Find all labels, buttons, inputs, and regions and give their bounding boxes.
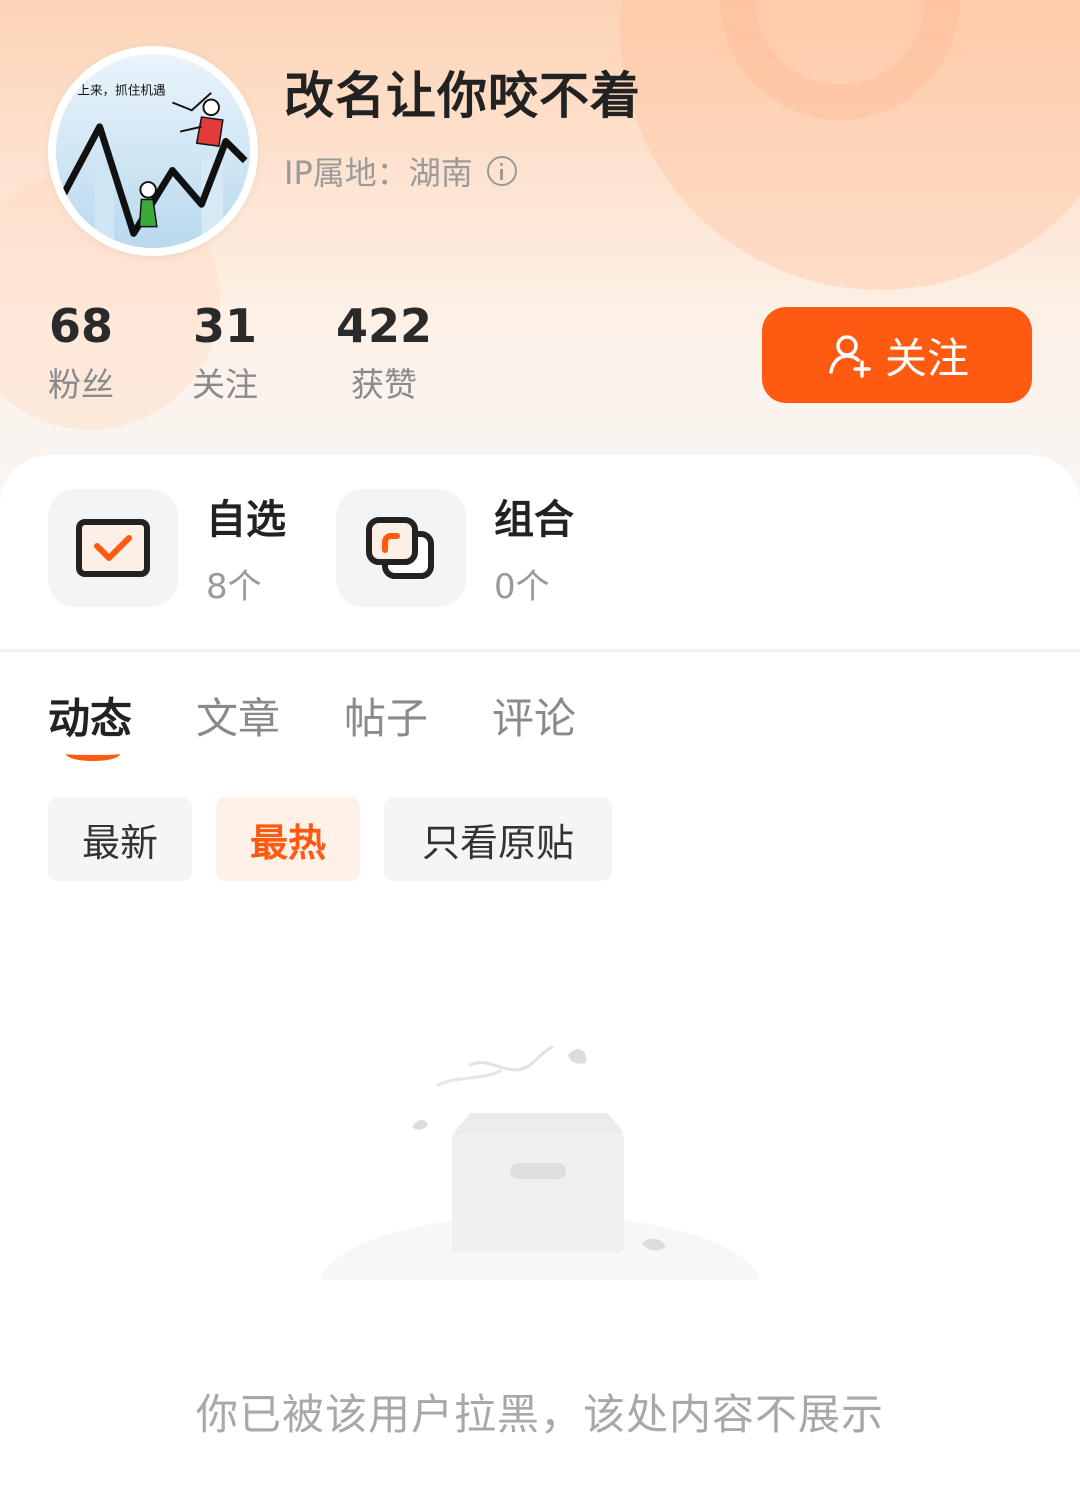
stat-likes-value: 422	[336, 299, 433, 353]
stat-fans-value: 68	[48, 299, 113, 353]
tab-posts[interactable]: 帖子	[344, 685, 428, 746]
tab-comments-label: 评论	[492, 694, 577, 743]
sort-filters: 最新 最热 只看原贴	[48, 797, 636, 881]
content-tabs: 动态 文章 帖子 评论	[48, 685, 640, 761]
portfolio-count: 0个	[494, 567, 550, 607]
stat-fans[interactable]: 68 粉丝	[48, 300, 114, 406]
stat-fans-label: 粉丝	[48, 365, 114, 404]
portfolio-entry[interactable]: 组合 0个	[336, 487, 574, 608]
filter-original-only[interactable]: 只看原贴	[384, 797, 612, 881]
follow-button[interactable]: 关注	[762, 307, 1032, 403]
content-card: 自选 8个 组合 0个 动态 文章 帖子 评论 最新 最热 只看原贴 你已被该用…	[0, 455, 1080, 1501]
portfolio-icon-box	[336, 488, 466, 607]
avatar-caption: 上来，抓住机遇	[77, 83, 166, 98]
section-divider	[0, 649, 1080, 652]
blocked-message: 你已被该用户拉黑，该处内容不展示	[195, 1390, 884, 1439]
filter-latest[interactable]: 最新	[48, 797, 192, 881]
active-tab-indicator	[66, 747, 120, 761]
portfolio-title: 组合	[494, 497, 574, 543]
tab-activity-label: 动态	[48, 694, 133, 743]
filter-hottest[interactable]: 最热	[216, 797, 360, 881]
tab-comments[interactable]: 评论	[492, 685, 576, 746]
watchlist-title: 自选	[206, 497, 286, 543]
empty-box-illustration	[320, 1045, 760, 1305]
stat-following-value: 31	[192, 299, 257, 353]
checklist-icon	[76, 518, 150, 577]
username: 改名让你咬不着	[284, 67, 641, 125]
ip-location-row: IP属地：湖南	[284, 148, 517, 194]
ip-location: IP属地：湖南	[284, 154, 473, 192]
portfolio-icon	[366, 516, 434, 579]
tab-activity[interactable]: 动态	[48, 685, 133, 761]
tab-articles-label: 文章	[196, 694, 281, 743]
add-user-icon	[829, 335, 871, 378]
watchlist-count: 8个	[206, 567, 262, 607]
follow-button-label: 关注	[884, 333, 969, 383]
stat-likes[interactable]: 422 获赞	[336, 300, 432, 406]
avatar[interactable]: 上来，抓住机遇	[48, 46, 258, 256]
watchlist-icon-box	[48, 488, 178, 607]
stat-likes-label: 获赞	[351, 365, 418, 404]
info-icon[interactable]	[486, 156, 517, 186]
avatar-image: 上来，抓住机遇	[56, 54, 250, 248]
watchlist-entry[interactable]: 自选 8个	[48, 487, 286, 608]
stat-following-label: 关注	[192, 365, 258, 404]
tab-articles[interactable]: 文章	[196, 685, 280, 746]
tab-posts-label: 帖子	[344, 694, 429, 743]
stat-following[interactable]: 31 关注	[192, 300, 258, 406]
